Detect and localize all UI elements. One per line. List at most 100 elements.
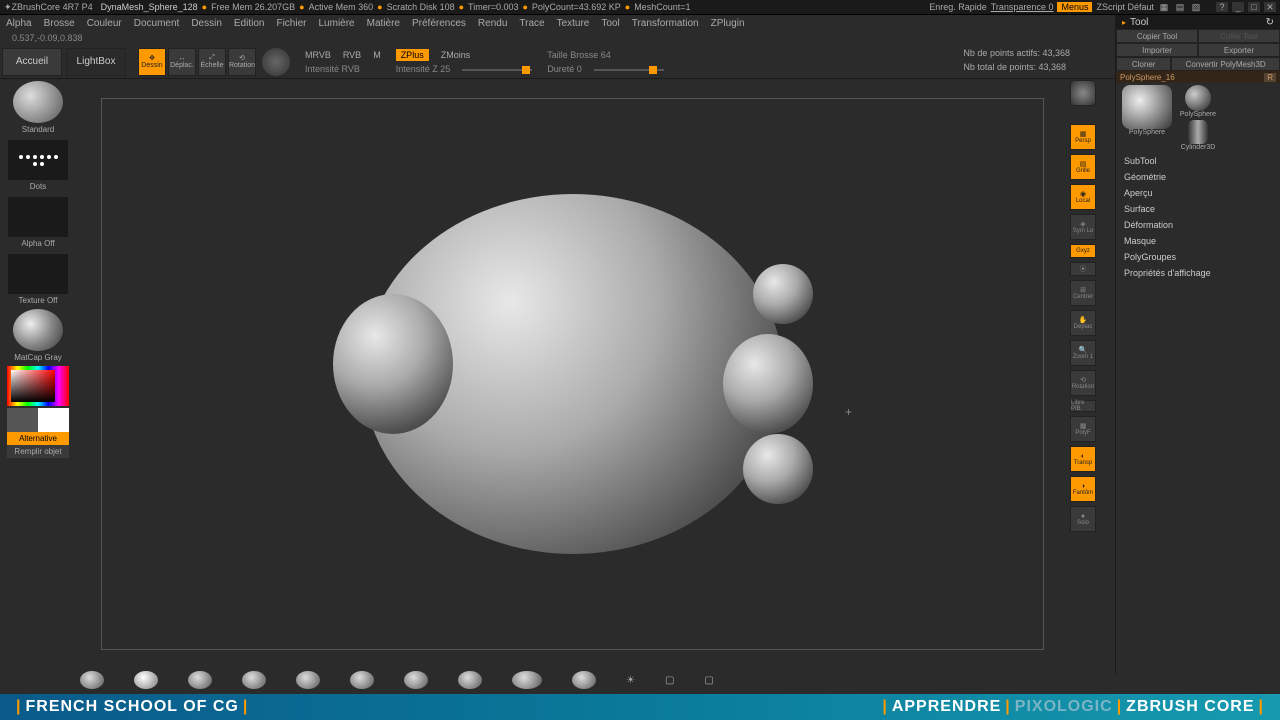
tool-thumb-active[interactable]: PolySphere — [1118, 85, 1176, 151]
import-button[interactable]: Importer — [1116, 43, 1198, 57]
fill-object-button[interactable]: Remplir objet — [7, 445, 69, 458]
zoom-button[interactable]: 🔍Zoom 1 — [1070, 340, 1096, 366]
layout-icon[interactable]: ▦ — [1158, 2, 1170, 12]
menu-document[interactable]: Document — [134, 18, 180, 29]
rotate-view-button[interactable]: ⟲Rotation — [1070, 370, 1096, 396]
transp-button[interactable]: ◐Transp — [1070, 446, 1096, 472]
section-subtool[interactable]: SubTool — [1116, 153, 1280, 169]
clone-button[interactable]: Cloner — [1116, 57, 1171, 71]
section-display-props[interactable]: Propriétés d'affichage — [1116, 265, 1280, 281]
axis-button[interactable]: ⦿ — [1070, 262, 1096, 276]
layout2-icon[interactable]: ▤ — [1174, 2, 1186, 12]
draw-mode-button[interactable]: ✥Dessin — [138, 48, 166, 76]
paste-tool-button[interactable]: Coller Tool — [1198, 29, 1280, 43]
tool-thumb-cylinder[interactable]: Cylinder3D — [1178, 120, 1218, 151]
r-button[interactable]: R — [1264, 73, 1276, 82]
move-view-button[interactable]: ✋Déplac — [1070, 310, 1096, 336]
menu-rendu[interactable]: Rendu — [478, 18, 507, 29]
material-thumbnail[interactable] — [13, 309, 63, 351]
section-geometry[interactable]: Géométrie — [1116, 169, 1280, 185]
quickpick-10[interactable] — [572, 671, 596, 689]
maximize-icon[interactable]: □ — [1248, 2, 1260, 12]
secondary-color-swatch[interactable] — [7, 408, 38, 432]
brush-thumbnail[interactable] — [13, 81, 63, 123]
solo-button[interactable]: ●Solo — [1070, 506, 1096, 532]
menu-dessin[interactable]: Dessin — [191, 18, 222, 29]
section-surface[interactable]: Surface — [1116, 201, 1280, 217]
rect2-icon[interactable]: ▢ — [704, 675, 713, 686]
brush-shape-button[interactable] — [262, 48, 290, 76]
floor-button[interactable]: ▤Grille — [1070, 154, 1096, 180]
viewport[interactable] — [101, 98, 1044, 650]
color-picker[interactable] — [7, 366, 69, 406]
polyf-button[interactable]: ▦PolyF — [1070, 416, 1096, 442]
frame-button[interactable]: ⊞Centrer — [1070, 280, 1096, 306]
free-pib-button[interactable]: Libre PIB — [1070, 400, 1096, 412]
refresh-icon[interactable]: ↻ — [1266, 17, 1274, 28]
menu-transformation[interactable]: Transformation — [632, 18, 699, 29]
home-button[interactable]: Accueil — [2, 48, 62, 76]
menu-brosse[interactable]: Brosse — [44, 18, 75, 29]
menu-matiere[interactable]: Matière — [367, 18, 400, 29]
copy-tool-button[interactable]: Copier Tool — [1116, 29, 1198, 43]
quickpick-3[interactable] — [188, 671, 212, 689]
m-label[interactable]: M — [373, 50, 381, 60]
stroke-thumbnail[interactable] — [8, 140, 68, 180]
ghost-button[interactable]: ◑Fantôm — [1070, 476, 1096, 502]
mrvb-label[interactable]: MRVB — [305, 50, 331, 60]
help-icon[interactable]: ? — [1216, 2, 1228, 12]
persp-button[interactable]: ▦Persp — [1070, 124, 1096, 150]
quickpick-8[interactable] — [458, 671, 482, 689]
texture-thumbnail[interactable] — [8, 254, 68, 294]
menu-lumiere[interactable]: Lumière — [318, 18, 354, 29]
menu-zplugin[interactable]: ZPlugin — [711, 18, 745, 29]
quickpick-5[interactable] — [296, 671, 320, 689]
local-button[interactable]: ◉Local — [1070, 184, 1096, 210]
zscript-button[interactable]: ZScript Défaut — [1096, 2, 1154, 12]
menu-trace[interactable]: Trace — [519, 18, 544, 29]
quickpick-9[interactable] — [512, 671, 542, 689]
alternative-button[interactable]: Alternative — [7, 432, 69, 445]
tool-name-field[interactable]: PolySphere_16R — [1116, 71, 1280, 83]
section-mask[interactable]: Masque — [1116, 233, 1280, 249]
bpr-button[interactable] — [1070, 80, 1096, 106]
rotate-mode-button[interactable]: ⟲Rotation — [228, 48, 256, 76]
tool-thumb-polysphere[interactable]: PolySphere — [1178, 85, 1218, 118]
symmetry-button[interactable]: ◈Sym Lo — [1070, 214, 1096, 240]
quickpick-7[interactable] — [404, 671, 428, 689]
move-mode-button[interactable]: ↔Déplac. — [168, 48, 196, 76]
quicksave-button[interactable]: Enreg. Rapide — [929, 2, 987, 12]
menu-tool[interactable]: Tool — [601, 18, 619, 29]
menu-couleur[interactable]: Couleur — [87, 18, 122, 29]
gxyz-button[interactable]: Gxyz — [1070, 244, 1096, 258]
quickpick-2[interactable] — [134, 671, 158, 689]
color-swatches[interactable] — [7, 408, 69, 432]
menu-texture[interactable]: Texture — [557, 18, 590, 29]
menu-preferences[interactable]: Préférences — [412, 18, 466, 29]
menus-button[interactable]: Menus — [1057, 2, 1092, 12]
rvb-label[interactable]: RVB — [343, 50, 361, 60]
brush-size-slider[interactable]: Taille Brosse 64 — [547, 50, 611, 60]
zplus-button[interactable]: ZPlus — [396, 49, 429, 61]
sun-icon[interactable]: ☀ — [626, 675, 635, 686]
zmoins-button[interactable]: ZMoins — [441, 50, 471, 60]
export-button[interactable]: Exporter — [1198, 43, 1280, 57]
scale-mode-button[interactable]: ⤢Échelle — [198, 48, 226, 76]
transparency-button[interactable]: Transparence 0 — [991, 2, 1054, 12]
convert-polymesh-button[interactable]: Convertir PolyMesh3D — [1171, 57, 1280, 71]
minimize-icon[interactable]: _ — [1232, 2, 1244, 12]
quickpick-6[interactable] — [350, 671, 374, 689]
lightbox-button[interactable]: LightBox — [66, 48, 126, 76]
menu-edition[interactable]: Edition — [234, 18, 265, 29]
menu-alpha[interactable]: Alpha — [6, 18, 32, 29]
rect1-icon[interactable]: ▢ — [665, 675, 674, 686]
hardness-slider[interactable]: Dureté 0 — [547, 64, 582, 74]
layout3-icon[interactable]: ▧ — [1190, 2, 1202, 12]
quickpick-1[interactable] — [80, 671, 104, 689]
intensity-rvb-slider[interactable]: Intensité RVB — [305, 64, 360, 74]
close-icon[interactable]: ✕ — [1264, 2, 1276, 12]
primary-color-swatch[interactable] — [38, 408, 69, 432]
intensity-z-slider[interactable]: Intensité Z 25 — [396, 64, 451, 74]
section-preview[interactable]: Aperçu — [1116, 185, 1280, 201]
menu-fichier[interactable]: Fichier — [276, 18, 306, 29]
